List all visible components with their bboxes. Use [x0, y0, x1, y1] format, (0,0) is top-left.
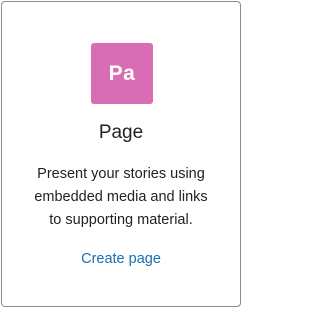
description-line: to supporting material.	[49, 212, 193, 228]
card-description: Present your stories using embedded medi…	[16, 163, 226, 232]
description-line: embedded media and links	[34, 189, 208, 205]
card-title: Page	[98, 122, 144, 143]
page-type-badge-icon: Pa	[91, 43, 153, 104]
page-type-card: Pa Page Present your stories using embed…	[1, 1, 241, 307]
description-line: Present your stories using	[37, 166, 205, 182]
create-page-link[interactable]: Create page	[2, 249, 240, 269]
